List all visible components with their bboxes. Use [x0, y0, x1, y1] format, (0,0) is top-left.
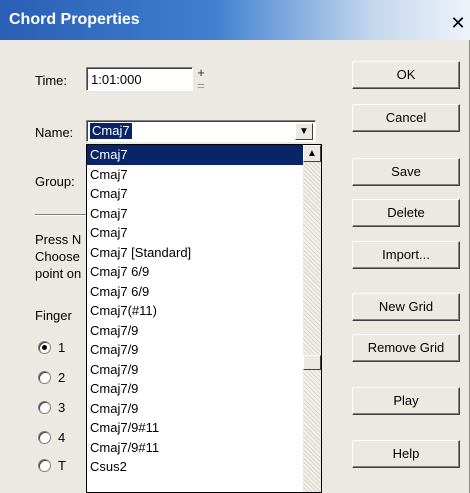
finger-option-label: 4	[58, 430, 66, 445]
dropdown-item[interactable]: Cmaj7/9#11	[87, 418, 304, 438]
chord-name-dropdown-list[interactable]: Cmaj7 Cmaj7 Cmaj7 Cmaj7 Cmaj7 Cmaj7 [Sta…	[86, 144, 322, 493]
radio-button[interactable]	[38, 401, 51, 414]
time-input[interactable]: 1:01:000	[86, 67, 193, 91]
play-button[interactable]: Play	[352, 387, 460, 415]
spin-down-icon[interactable]: =	[194, 79, 208, 93]
dropdown-item[interactable]: Cmaj7 6/9	[87, 262, 304, 282]
finger-option-label: 3	[58, 400, 66, 415]
finger-option-label: T	[58, 458, 66, 473]
dropdown-item[interactable]: Cmaj7	[87, 184, 304, 204]
group-label: Group:	[35, 174, 75, 189]
finger-label: Finger	[35, 308, 72, 323]
name-combo-value: Cmaj7	[90, 123, 132, 139]
dropdown-item[interactable]: Cmaj7/9	[87, 399, 304, 419]
import-button[interactable]: Import...	[352, 241, 460, 269]
chevron-down-icon[interactable]: ▼	[295, 123, 313, 140]
dropdown-item[interactable]: Cmaj7/9	[87, 360, 304, 380]
finger-option-label: 1	[58, 340, 66, 355]
instruction-line-1: Press N	[35, 232, 82, 247]
dropdown-item[interactable]: Cmaj7/9#11	[87, 438, 304, 458]
save-button[interactable]: Save	[352, 158, 460, 186]
cancel-button[interactable]: Cancel	[352, 104, 460, 132]
dropdown-item[interactable]: Cmaj7/9	[87, 379, 304, 399]
chord-properties-dialog: Chord Properties ✕ Time: 1:01:000 + = Na…	[0, 0, 470, 493]
dropdown-item[interactable]: Cmaj7 [Standard]	[87, 243, 304, 263]
radio-button[interactable]	[38, 431, 51, 444]
name-label: Name:	[35, 125, 74, 140]
dropdown-item[interactable]: Cmaj7	[87, 223, 304, 243]
scroll-up-icon[interactable]: ▲	[303, 145, 321, 162]
dropdown-item[interactable]: Cmaj7/9	[87, 340, 304, 360]
dropdown-item[interactable]: Cmaj7	[87, 204, 304, 224]
time-label: Time:	[35, 73, 68, 88]
radio-button[interactable]	[38, 459, 51, 472]
dropdown-item[interactable]: Cmaj7 6/9	[87, 282, 304, 302]
radio-button[interactable]	[38, 341, 51, 354]
time-value: 1:01:000	[91, 72, 142, 87]
remove-grid-button[interactable]: Remove Grid	[352, 334, 460, 362]
finger-option-label: 2	[58, 370, 66, 385]
ok-button[interactable]: OK	[352, 61, 460, 89]
dropdown-item[interactable]: Cmaj7	[87, 165, 304, 185]
delete-button[interactable]: Delete	[352, 199, 460, 227]
radio-button[interactable]	[38, 371, 51, 384]
name-combobox[interactable]: Cmaj7 ▼	[86, 120, 316, 142]
separator	[35, 214, 87, 216]
dialog-title: Chord Properties	[9, 11, 140, 28]
scrollbar-thumb[interactable]	[303, 355, 321, 370]
instruction-line-2: Choose	[35, 249, 80, 264]
dropdown-item[interactable]: Cmaj7	[87, 145, 304, 165]
dropdown-items: Cmaj7 Cmaj7 Cmaj7 Cmaj7 Cmaj7 Cmaj7 [Sta…	[87, 145, 304, 477]
dropdown-item[interactable]: Cmaj7/9	[87, 321, 304, 341]
time-spinner[interactable]: + =	[194, 66, 208, 93]
dropdown-scrollbar[interactable]: ▲	[303, 145, 321, 492]
title-bar[interactable]: Chord Properties ✕	[0, 0, 470, 40]
dropdown-item[interactable]: Csus2	[87, 457, 304, 477]
new-grid-button[interactable]: New Grid	[352, 293, 460, 321]
close-icon[interactable]: ✕	[448, 13, 468, 33]
help-button[interactable]: Help	[352, 440, 460, 468]
dropdown-item[interactable]: Cmaj7(#11)	[87, 301, 304, 321]
instruction-line-3: point on	[35, 266, 82, 281]
